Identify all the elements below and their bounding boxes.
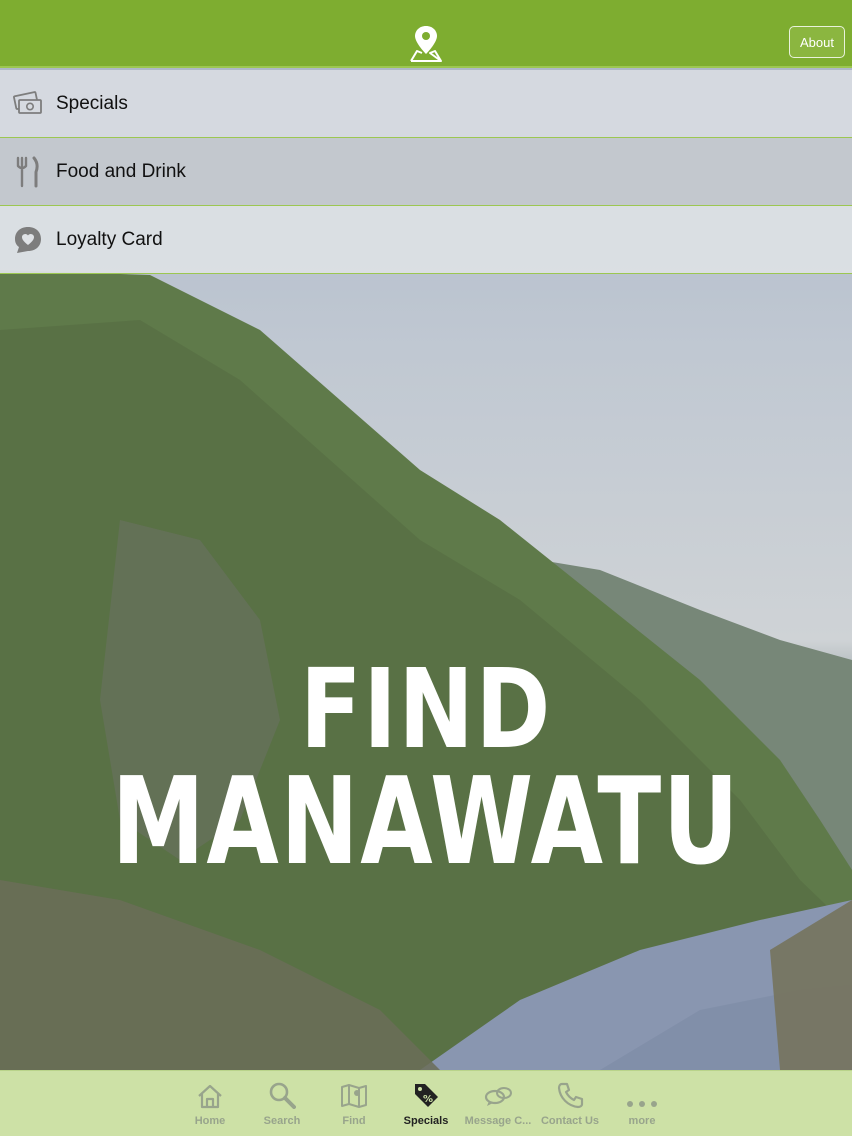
tab-label: Home (194, 1115, 226, 1127)
money-icon (0, 70, 56, 138)
hero-title: FIND MANAWATU (0, 645, 852, 892)
hero-title-line1: FIND (299, 645, 553, 773)
main-menu: Specials Food and Drink Loyalty Card (0, 70, 852, 274)
map-icon (340, 1071, 368, 1111)
tab-search[interactable]: Search (246, 1071, 318, 1136)
tab-contact-us[interactable]: Contact Us (534, 1071, 606, 1136)
menu-item-label: Loyalty Card (56, 228, 163, 250)
phone-icon (556, 1071, 584, 1111)
fork-knife-icon (0, 138, 56, 206)
tab-message-center[interactable]: Message C... (462, 1071, 534, 1136)
tag-icon: % (412, 1071, 440, 1111)
menu-item-specials[interactable]: Specials (0, 70, 852, 138)
more-icon (625, 1071, 659, 1111)
tab-more[interactable]: more (606, 1071, 678, 1136)
menu-item-food-and-drink[interactable]: Food and Drink (0, 138, 852, 206)
menu-item-label: Food and Drink (56, 160, 186, 182)
tab-label: Specials (403, 1115, 449, 1127)
tab-find[interactable]: Find (318, 1071, 390, 1136)
tab-label: Message C... (464, 1115, 532, 1127)
tab-home[interactable]: Home (174, 1071, 246, 1136)
svg-text:%: % (423, 1094, 433, 1105)
map-pin-icon (405, 24, 447, 64)
tab-label: Find (342, 1115, 366, 1127)
tab-label: Search (263, 1115, 301, 1127)
tab-label: Contact Us (540, 1115, 600, 1127)
home-icon (196, 1071, 224, 1111)
bottom-tab-bar: Home Search Find % Specials Message C...… (0, 1070, 852, 1136)
menu-item-loyalty-card[interactable]: Loyalty Card (0, 206, 852, 274)
chat-icon (483, 1071, 513, 1111)
search-icon (268, 1071, 296, 1111)
menu-item-label: Specials (56, 92, 128, 114)
about-button[interactable]: About (789, 26, 845, 58)
top-navigation-bar: About (0, 0, 852, 68)
tab-label: more (628, 1115, 656, 1127)
tab-specials[interactable]: % Specials (390, 1071, 462, 1136)
hero-title-line2: MANAWATU (111, 753, 741, 892)
heart-bubble-icon (0, 206, 56, 274)
